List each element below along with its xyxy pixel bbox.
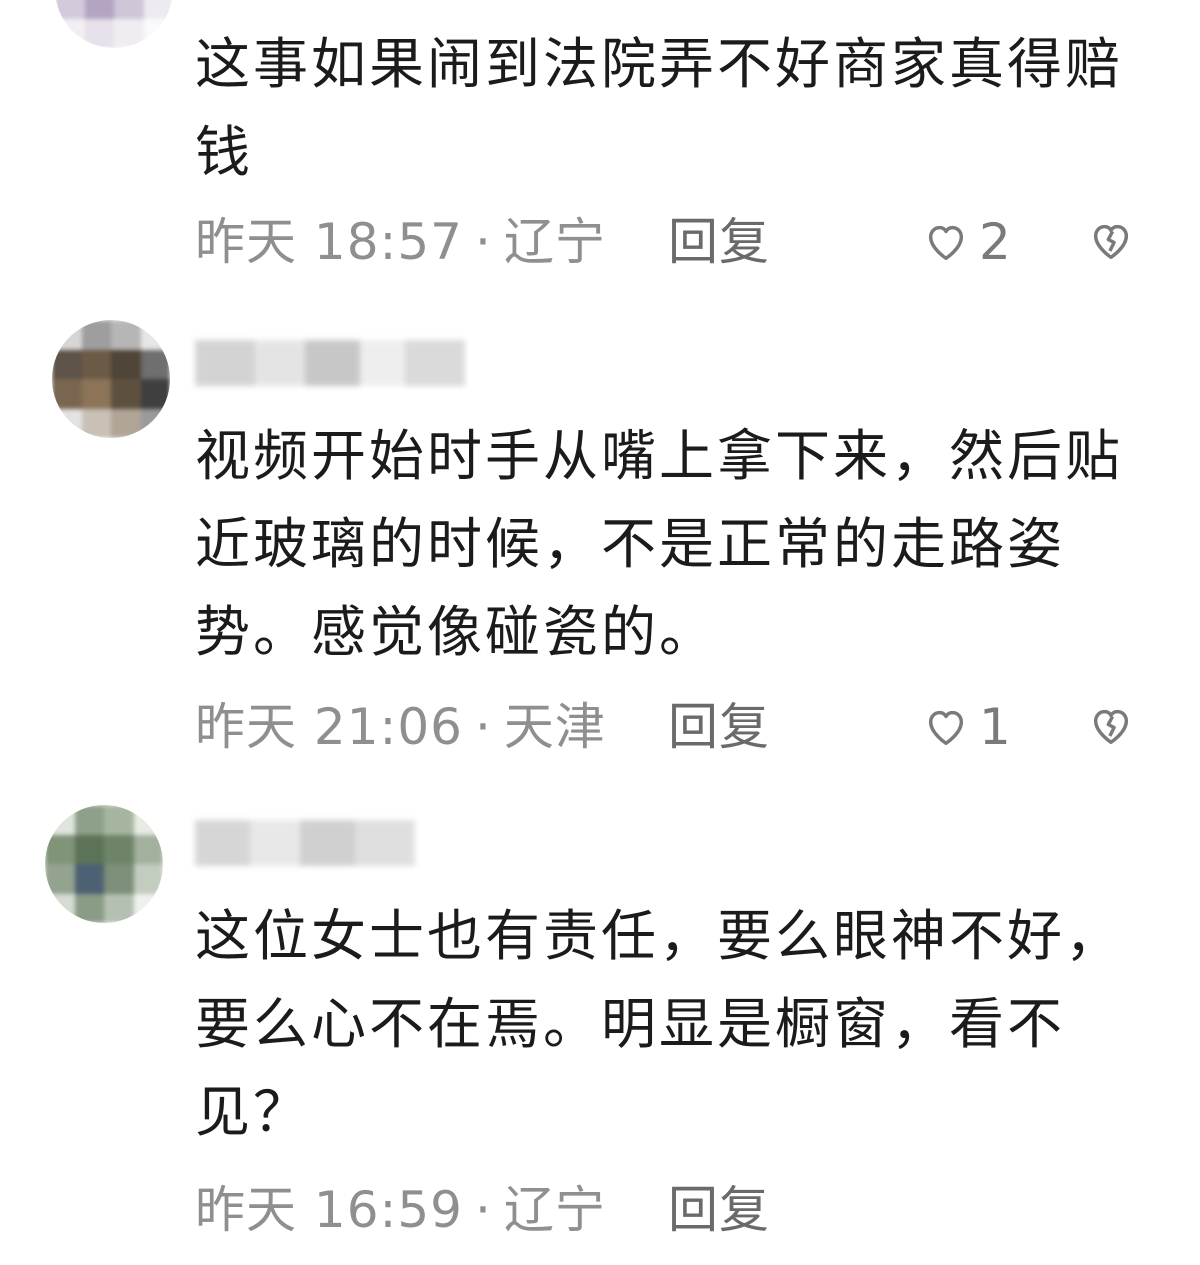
broken-heart-icon xyxy=(1088,218,1134,264)
reply-button[interactable]: 回复 xyxy=(668,697,770,757)
like-button[interactable]: 2 xyxy=(923,212,1012,272)
comment-time-location: 昨天 18:57 · 辽宁 xyxy=(195,212,606,272)
comment-meta: 昨天 18:57 · 辽宁 回复 2 xyxy=(195,212,1155,272)
username-redacted[interactable] xyxy=(195,340,465,386)
avatar[interactable] xyxy=(45,805,163,923)
reply-button[interactable]: 回复 xyxy=(668,1180,770,1240)
comment-meta: 昨天 21:06 · 天津 回复 1 xyxy=(195,697,1155,757)
username-redacted[interactable] xyxy=(195,820,415,866)
comment-text: 这位女士也有责任，要么眼神不好，要么心不在焉。明显是橱窗，看不见？ xyxy=(195,904,1124,1144)
comment-location: 辽宁 xyxy=(503,1181,606,1239)
separator-dot: · xyxy=(475,698,492,756)
comment-time: 昨天 18:57 xyxy=(195,213,463,271)
comment-item: 这事如果闹到法院弄不好商家真得赔钱 昨天 18:57 · 辽宁 回复 2 xyxy=(0,0,1200,290)
comment-time: 昨天 21:06 xyxy=(195,698,463,756)
comment-time-location: 昨天 21:06 · 天津 xyxy=(195,697,606,757)
heart-outline-icon xyxy=(923,704,969,750)
comment-text: 这事如果闹到法院弄不好商家真得赔钱 xyxy=(195,32,1124,184)
comment-text: 视频开始时手从嘴上拿下来，然后贴近玻璃的时候，不是正常的走路姿势。感觉像碰瓷的。 xyxy=(195,424,1124,664)
avatar[interactable] xyxy=(52,320,170,438)
separator-dot: · xyxy=(475,1181,492,1239)
comment-time-location: 昨天 16:59 · 辽宁 xyxy=(195,1180,606,1240)
avatar[interactable] xyxy=(55,0,173,48)
reply-button[interactable]: 回复 xyxy=(668,212,770,272)
comment-feed: 这事如果闹到法院弄不好商家真得赔钱 昨天 18:57 · 辽宁 回复 2 视频开… xyxy=(0,0,1200,1265)
heart-outline-icon xyxy=(923,219,969,265)
separator-dot: · xyxy=(475,213,492,271)
like-count: 2 xyxy=(979,213,1012,271)
comment-item: 视频开始时手从嘴上拿下来，然后贴近玻璃的时候，不是正常的走路姿势。感觉像碰瓷的。… xyxy=(0,300,1200,770)
comment-location: 天津 xyxy=(503,698,606,756)
comment-meta: 昨天 16:59 · 辽宁 回复 xyxy=(195,1180,1155,1240)
like-count: 1 xyxy=(979,698,1012,756)
dislike-button[interactable] xyxy=(1088,218,1134,264)
comment-location: 辽宁 xyxy=(503,213,606,271)
comment-time: 昨天 16:59 xyxy=(195,1181,463,1239)
broken-heart-icon xyxy=(1088,703,1134,749)
dislike-button[interactable] xyxy=(1088,703,1134,749)
comment-item: 这位女士也有责任，要么眼神不好，要么心不在焉。明显是橱窗，看不见？ 昨天 16:… xyxy=(0,790,1200,1260)
like-button[interactable]: 1 xyxy=(923,697,1012,757)
